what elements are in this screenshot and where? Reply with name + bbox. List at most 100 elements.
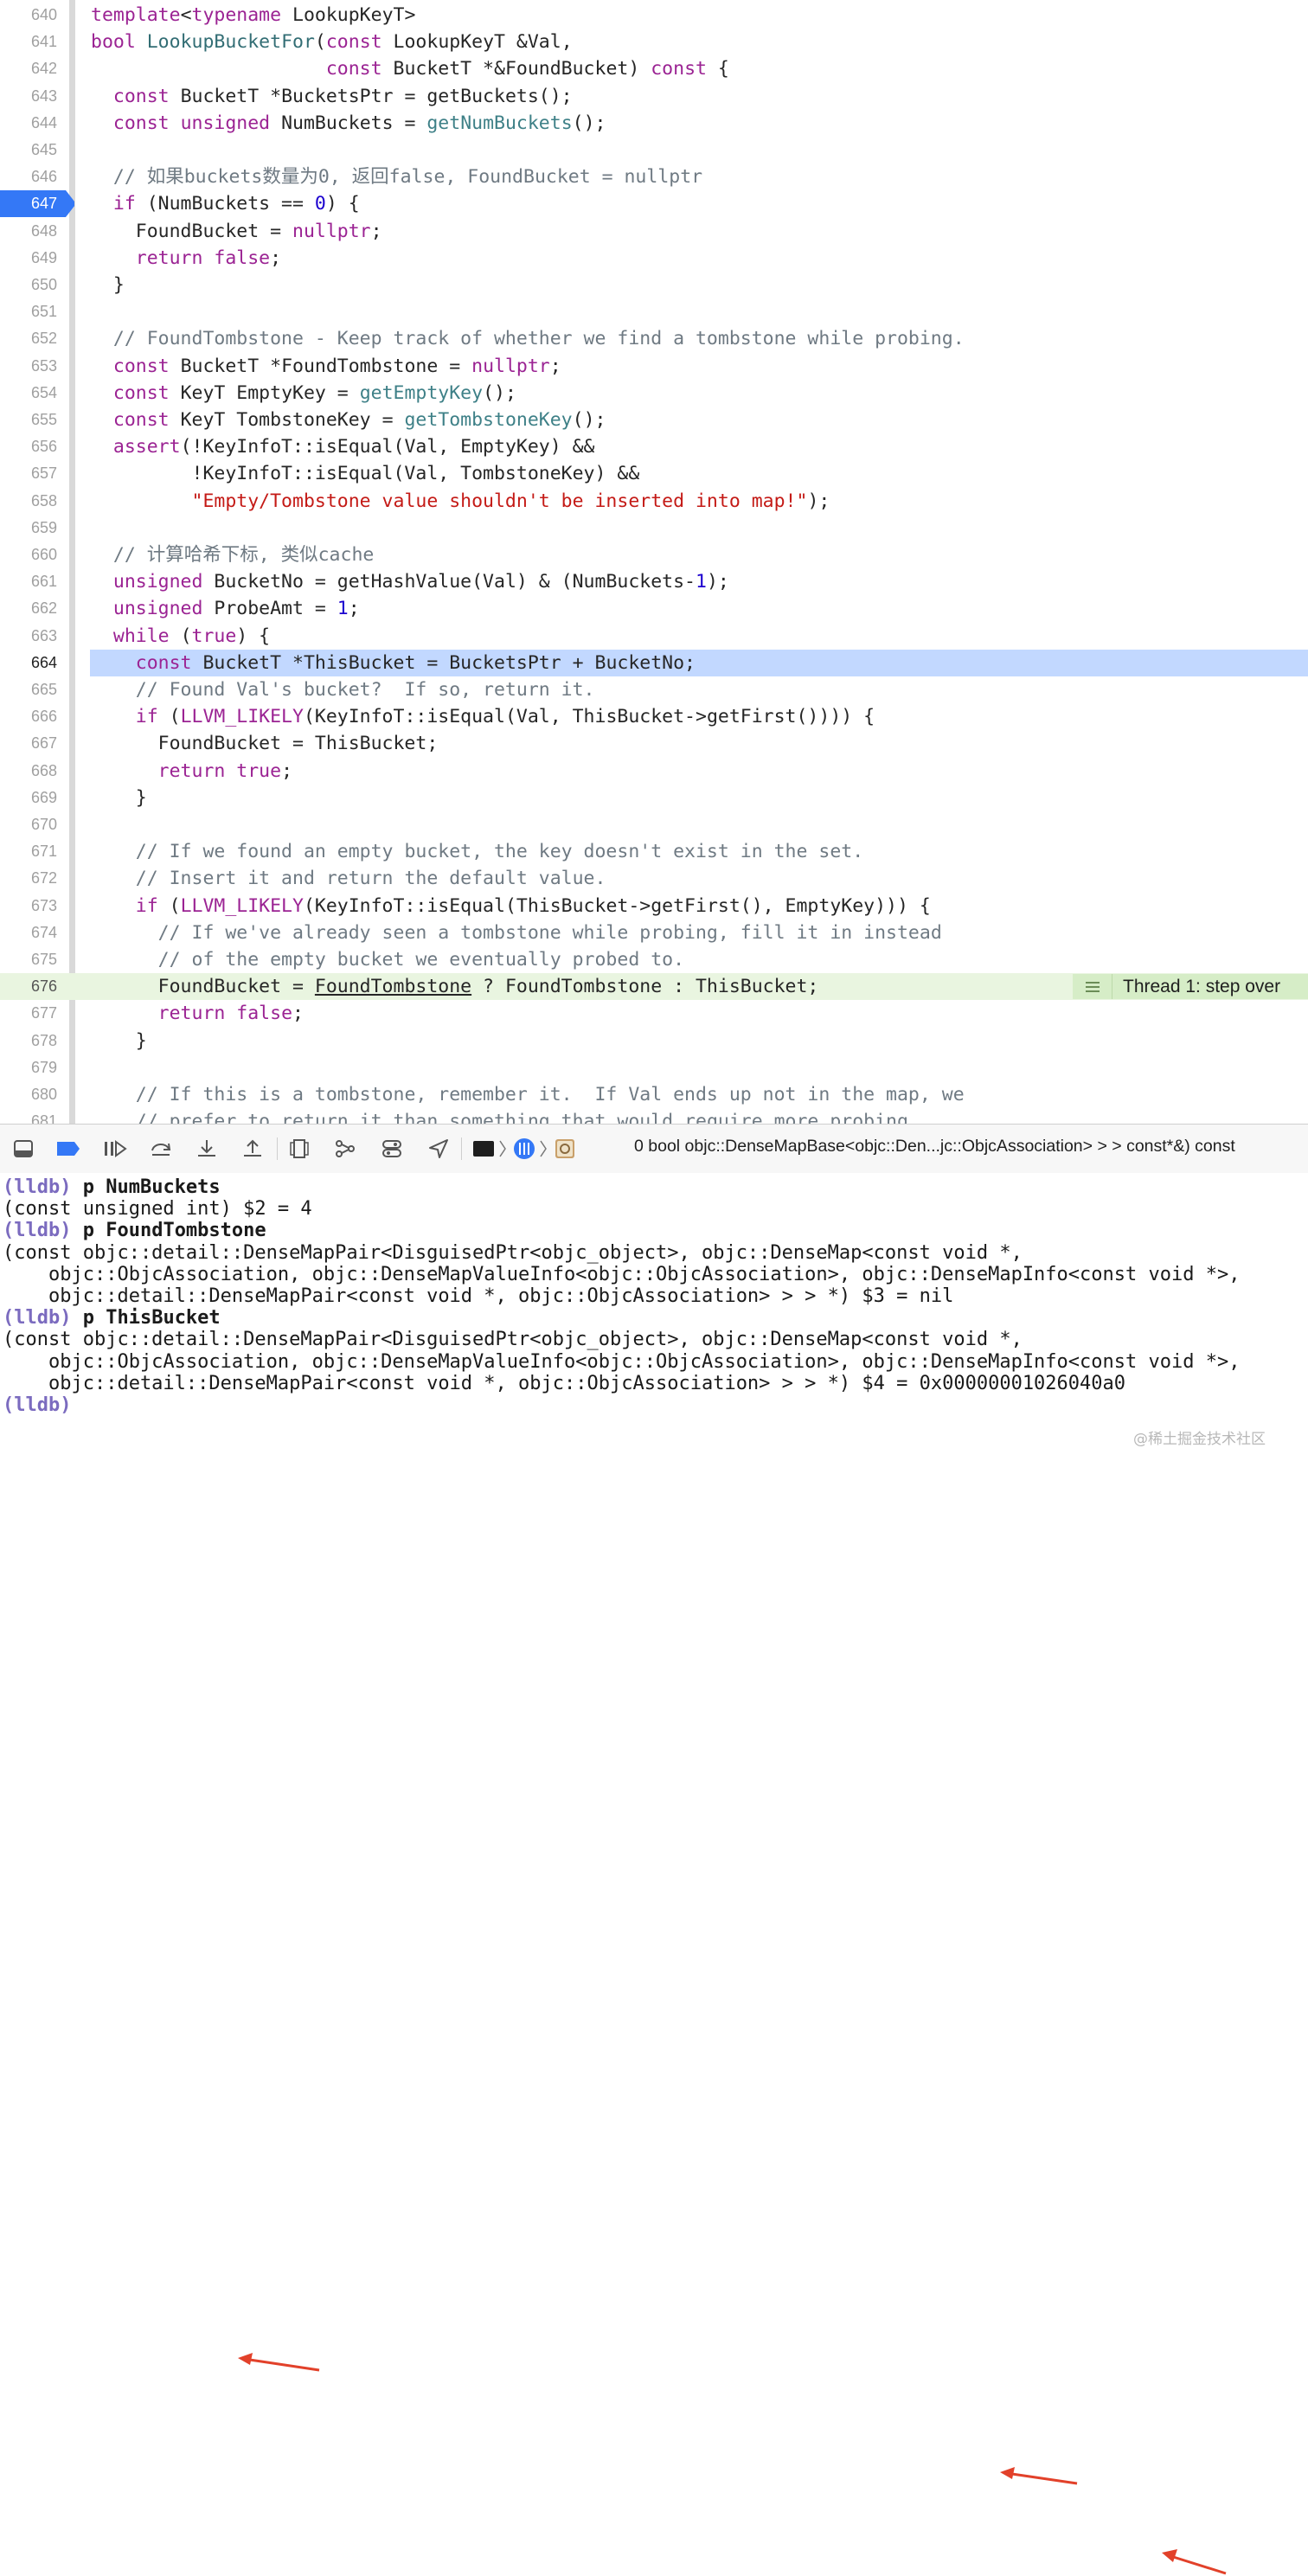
code-text[interactable]: !KeyInfoT::isEqual(Val, TombstoneKey) &&: [91, 460, 639, 487]
code-line[interactable]: 674 // If we've already seen a tombstone…: [0, 920, 1308, 946]
thread-status-badge[interactable]: Thread 1: step over: [1073, 974, 1308, 1000]
code-line[interactable]: 667 FoundBucket = ThisBucket;: [0, 730, 1308, 757]
code-text[interactable]: return true;: [91, 758, 292, 785]
code-text[interactable]: }: [91, 272, 125, 298]
line-number[interactable]: 641: [0, 29, 57, 55]
code-text[interactable]: // Found Val's bucket? If so, return it.: [91, 676, 595, 703]
hide-debug-area-icon[interactable]: [12, 1137, 35, 1160]
code-text[interactable]: assert(!KeyInfoT::isEqual(Val, EmptyKey)…: [91, 433, 595, 460]
lldb-console[interactable]: (lldb) p NumBuckets (const unsigned int) …: [0, 1173, 1308, 2575]
code-text[interactable]: // If we've already seen a tombstone whi…: [91, 920, 942, 946]
code-text[interactable]: // If we found an empty bucket, the key …: [91, 838, 863, 865]
code-line[interactable]: 652 // FoundTombstone - Keep track of wh…: [0, 325, 1308, 352]
line-number[interactable]: 653: [0, 353, 57, 380]
line-number[interactable]: 655: [0, 407, 57, 433]
continue-icon[interactable]: [102, 1137, 128, 1160]
code-line[interactable]: 662 unsigned ProbeAmt = 1;: [0, 595, 1308, 622]
code-line[interactable]: 645: [0, 137, 1308, 163]
code-text[interactable]: }: [91, 785, 147, 811]
line-number[interactable]: 659: [0, 515, 57, 541]
line-number[interactable]: 677: [0, 1000, 57, 1027]
line-number[interactable]: 673: [0, 893, 57, 920]
code-text[interactable]: if (LLVM_LIKELY(KeyInfoT::isEqual(Val, T…: [91, 703, 875, 730]
code-text[interactable]: template<typename LookupKeyT>: [91, 2, 415, 29]
code-editor[interactable]: 640 template<typename LookupKeyT> 641 bool …: [0, 0, 1308, 1124]
line-number[interactable]: 678: [0, 1028, 57, 1054]
line-number[interactable]: 662: [0, 595, 57, 622]
code-line[interactable]: 668 return true;: [0, 758, 1308, 785]
line-number[interactable]: 668: [0, 758, 57, 785]
line-number[interactable]: 672: [0, 865, 57, 892]
environment-overrides-icon[interactable]: [381, 1137, 403, 1160]
line-number[interactable]: 652: [0, 325, 57, 352]
code-line[interactable]: 669 }: [0, 785, 1308, 811]
view-hierarchy-icon[interactable]: [288, 1137, 311, 1160]
code-line[interactable]: 661 unsigned BucketNo = getHashValue(Val…: [0, 568, 1308, 595]
line-number[interactable]: 681: [0, 1108, 57, 1124]
code-line[interactable]: 673 if (LLVM_LIKELY(KeyInfoT::isEqual(Th…: [0, 893, 1308, 920]
line-number[interactable]: 658: [0, 488, 57, 515]
code-line[interactable]: 642 const BucketT *&FoundBucket) const {: [0, 55, 1308, 82]
stack-frame-icon[interactable]: [554, 1137, 576, 1160]
code-line[interactable]: 644 const unsigned NumBuckets = getNumBu…: [0, 110, 1308, 137]
code-text[interactable]: // Insert it and return the default valu…: [91, 865, 606, 892]
code-text[interactable]: // 如果buckets数量为0, 返回false, FoundBucket =…: [91, 163, 702, 190]
step-into-icon[interactable]: [196, 1137, 218, 1160]
code-text[interactable]: "Empty/Tombstone value shouldn't be inse…: [91, 488, 830, 515]
code-text[interactable]: FoundBucket = ThisBucket;: [91, 730, 439, 757]
code-line[interactable]: 658 "Empty/Tombstone value shouldn't be …: [0, 488, 1308, 515]
code-line[interactable]: 654 const KeyT EmptyKey = getEmptyKey();: [0, 380, 1308, 407]
code-text[interactable]: }: [91, 1028, 147, 1054]
code-line[interactable]: 676 FoundBucket = FoundTombstone ? Found…: [0, 973, 1308, 1001]
code-text[interactable]: bool LookupBucketFor(const LookupKeyT &V…: [91, 29, 573, 55]
line-number[interactable]: 670: [0, 811, 57, 838]
code-line[interactable]: 678 }: [0, 1028, 1308, 1054]
code-text[interactable]: while (true) {: [91, 623, 270, 650]
code-line[interactable]: 643 const BucketT *BucketsPtr = getBucke…: [0, 83, 1308, 110]
code-text[interactable]: const KeyT EmptyKey = getEmptyKey();: [91, 380, 516, 407]
code-text[interactable]: return false;: [91, 1000, 304, 1027]
line-number[interactable]: 675: [0, 946, 57, 973]
stack-frame-label[interactable]: 0 bool objc::DenseMapBase<objc::Den...jc…: [634, 1137, 1235, 1157]
code-text[interactable]: // prefer to return it than something th…: [91, 1108, 920, 1124]
line-number[interactable]: 671: [0, 838, 57, 865]
line-number[interactable]: 645: [0, 137, 57, 163]
code-line[interactable]: 664 const BucketT *ThisBucket = BucketsP…: [0, 649, 1308, 676]
code-line[interactable]: 660 // 计算哈希下标, 类似cache: [0, 541, 1308, 568]
code-line[interactable]: 648 FoundBucket = nullptr;: [0, 218, 1308, 245]
line-number[interactable]: 644: [0, 110, 57, 137]
line-number[interactable]: 664: [0, 650, 57, 676]
code-line[interactable]: 659: [0, 515, 1308, 541]
line-number[interactable]: 647: [0, 190, 57, 217]
code-text[interactable]: const BucketT *&FoundBucket) const {: [91, 55, 729, 82]
code-text[interactable]: unsigned BucketNo = getHashValue(Val) & …: [91, 568, 729, 595]
line-number[interactable]: 661: [0, 568, 57, 595]
code-line[interactable]: 680 // If this is a tombstone, remember …: [0, 1081, 1308, 1108]
code-text[interactable]: if (LLVM_LIKELY(KeyInfoT::isEqual(ThisBu…: [91, 893, 931, 920]
code-line[interactable]: 651: [0, 298, 1308, 325]
line-number[interactable]: 646: [0, 163, 57, 190]
code-line[interactable]: 677 return false;: [0, 1000, 1308, 1027]
code-text[interactable]: FoundBucket = nullptr;: [91, 218, 382, 245]
code-line[interactable]: 656 assert(!KeyInfoT::isEqual(Val, Empty…: [0, 433, 1308, 460]
line-number[interactable]: 649: [0, 245, 57, 272]
breakpoints-toggle-icon[interactable]: [55, 1137, 81, 1160]
line-number[interactable]: 643: [0, 83, 57, 110]
line-number[interactable]: 640: [0, 2, 57, 29]
line-number[interactable]: 648: [0, 218, 57, 245]
code-text[interactable]: FoundBucket = FoundTombstone ? FoundTomb…: [91, 973, 819, 1000]
code-line[interactable]: 666 if (LLVM_LIKELY(KeyInfoT::isEqual(Va…: [0, 703, 1308, 730]
line-number[interactable]: 669: [0, 785, 57, 811]
code-line[interactable]: 647 if (NumBuckets == 0) {: [0, 190, 1308, 218]
code-line[interactable]: 646 // 如果buckets数量为0, 返回false, FoundBuck…: [0, 163, 1308, 190]
line-number[interactable]: 667: [0, 730, 57, 757]
line-number[interactable]: 656: [0, 433, 57, 460]
line-number[interactable]: 665: [0, 676, 57, 703]
thread-icon[interactable]: [512, 1137, 536, 1160]
terminal-icon[interactable]: [472, 1137, 495, 1160]
line-number[interactable]: 660: [0, 541, 57, 568]
code-line[interactable]: 671 // If we found an empty bucket, the …: [0, 838, 1308, 865]
code-text[interactable]: // of the empty bucket we eventually pro…: [91, 946, 684, 973]
simulate-location-icon[interactable]: [427, 1137, 450, 1160]
code-text[interactable]: const BucketT *FoundTombstone = nullptr;: [91, 353, 561, 380]
